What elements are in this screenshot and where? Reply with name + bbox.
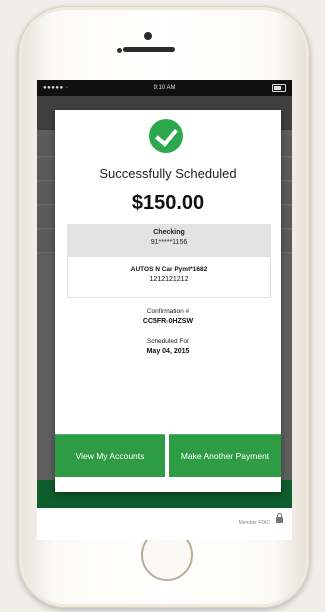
lock-icon — [276, 513, 283, 523]
view-accounts-button[interactable]: View My Accounts — [55, 434, 165, 477]
from-account-number: 91*****1156 — [150, 239, 188, 246]
make-another-payment-button[interactable]: Make Another Payment — [169, 434, 281, 477]
status-bar: ●●●●● ◦ 9:10 AM — [37, 80, 292, 96]
battery-icon — [272, 84, 286, 92]
camera-dot — [144, 32, 152, 40]
earpiece-speaker — [123, 47, 175, 52]
confirmation-label: Confirmation # — [146, 308, 190, 315]
payment-amount: $150.00 — [131, 192, 205, 214]
success-dialog: Successfully Scheduled $150.00 Checking … — [55, 110, 281, 492]
front-camera — [117, 48, 122, 53]
scheduled-date: May 04, 2015 — [146, 348, 190, 355]
payee-name: AUTOS N Car Pymt*1682 — [130, 266, 208, 273]
status-time: 9:10 AM — [153, 85, 176, 91]
checkmark-circle-icon — [149, 119, 183, 153]
dialog-title: Successfully Scheduled — [99, 166, 237, 181]
from-account-box: Checking 91*****1156 — [67, 224, 271, 256]
phone-screen: ●●●●● ◦ 9:10 AM Member FDIC Successfully… — [37, 80, 292, 540]
from-account-type: Checking — [153, 229, 185, 236]
scheduled-label: Scheduled For — [146, 338, 190, 345]
payee-account: 1212121212 — [149, 276, 189, 283]
confirmation-number: CC5FR-0HZSW — [142, 318, 194, 325]
fdic-label: Member FDIC — [238, 520, 270, 526]
payee-box: AUTOS N Car Pymt*1682 1212121212 — [67, 256, 271, 298]
footer-bar: Member FDIC — [37, 508, 292, 540]
